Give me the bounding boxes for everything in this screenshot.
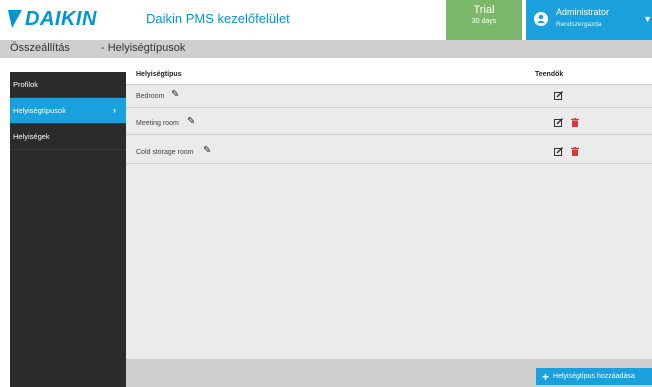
user-menu[interactable]: Administrator Rendszergazda ▼ xyxy=(526,0,652,40)
sidebar-item-helyisegtipusok[interactable]: Helyiségtípusok › xyxy=(10,98,126,124)
pencil-icon[interactable]: ✎ xyxy=(203,145,211,156)
user-avatar-icon xyxy=(534,12,548,26)
room-type-name: Meeting room xyxy=(136,120,179,127)
add-room-type-button[interactable]: + Helyiségtípus hozzáadása xyxy=(536,368,652,385)
edit-icon[interactable] xyxy=(554,91,563,100)
user-role: Rendszergazda xyxy=(556,21,602,28)
sidebar-item-label: Profilok xyxy=(13,80,39,89)
trial-label: Trial xyxy=(473,4,495,16)
edit-icon[interactable] xyxy=(554,147,563,156)
logo-text: DAIKIN xyxy=(25,7,97,30)
trial-badge: Trial 30 days xyxy=(446,0,522,40)
table-row: Bedroom ✎ xyxy=(126,86,652,108)
pencil-icon[interactable]: ✎ xyxy=(187,116,195,127)
table-row: Cold storage room ✎ xyxy=(126,142,652,164)
top-bar: DAIKIN Daikin PMS kezelőfelület Trial 30… xyxy=(0,0,652,40)
plus-icon: + xyxy=(542,369,550,384)
trial-days: 30 days xyxy=(471,18,497,25)
room-type-name: Bedroom xyxy=(136,93,165,100)
table-row: Meeting room ✎ xyxy=(126,113,652,135)
trash-icon[interactable] xyxy=(571,147,579,156)
add-button-label: Helyiségtípus hozzáadása xyxy=(553,373,635,380)
breadcrumb: Összeállítás - Helyiségtípusok xyxy=(0,40,652,58)
sidebar-item-label: Helyiségek xyxy=(13,132,50,141)
chevron-right-icon: › xyxy=(113,105,116,115)
breadcrumb-page: - Helyiségtípusok xyxy=(101,42,186,54)
column-header-room-type: Helyiségtípus xyxy=(136,71,182,78)
sidebar-item-profilok[interactable]: Profilok xyxy=(10,72,126,98)
sidebar-item-label: Helyiségtípusok xyxy=(13,106,66,115)
table-header: Helyiségtípus Teendők xyxy=(126,62,652,85)
breadcrumb-section[interactable]: Összeállítás xyxy=(10,42,70,54)
app-title: Daikin PMS kezelőfelület xyxy=(146,11,290,26)
pencil-icon[interactable]: ✎ xyxy=(171,89,179,100)
caret-down-icon: ▼ xyxy=(643,14,652,24)
daikin-logo: DAIKIN xyxy=(8,8,97,30)
logo-triangle-icon xyxy=(8,10,22,28)
edit-icon[interactable] xyxy=(554,118,563,127)
sidebar: Profilok Helyiségtípusok › Helyiségek xyxy=(10,72,126,387)
trash-icon[interactable] xyxy=(571,118,579,127)
column-header-actions: Teendők xyxy=(535,71,564,78)
main-content: Helyiségtípus Teendők Bedroom ✎ Meeting … xyxy=(126,62,652,387)
user-name: Administrator xyxy=(556,7,610,17)
sidebar-item-helyisegek[interactable]: Helyiségek xyxy=(10,124,126,150)
room-type-name: Cold storage room xyxy=(136,149,194,156)
